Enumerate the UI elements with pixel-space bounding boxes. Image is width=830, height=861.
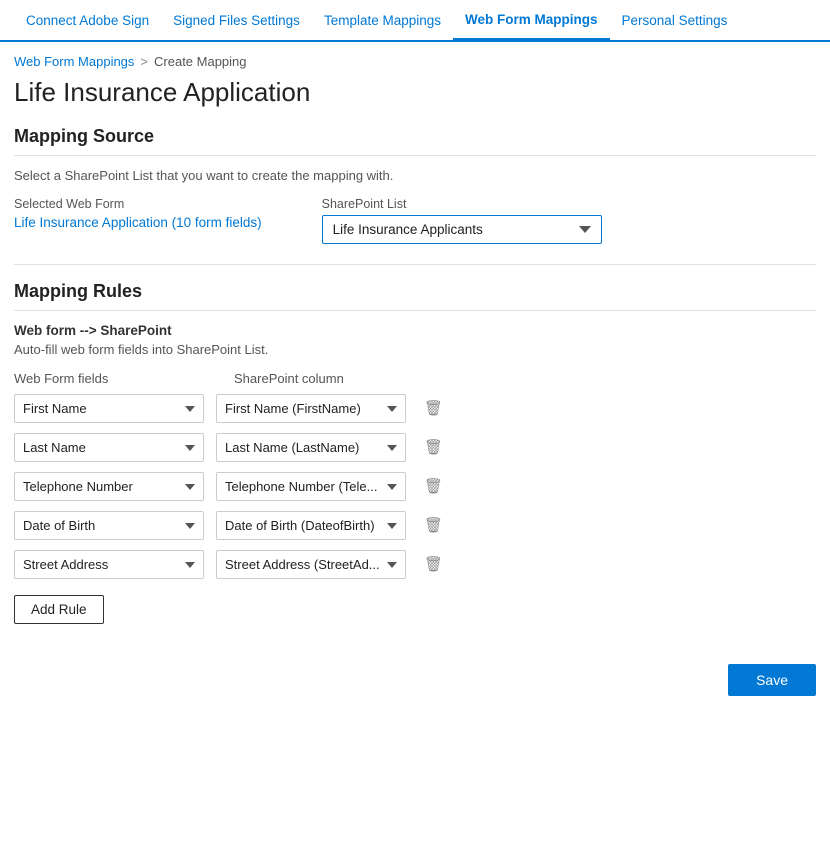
mapping-source-desc: Select a SharePoint List that you want t… (14, 168, 816, 183)
web-form-field-select-3[interactable]: First Name Last Name Telephone Number Da… (14, 511, 204, 540)
selected-web-form-col: Selected Web Form Life Insurance Applica… (14, 197, 262, 230)
trash-icon-2 (424, 477, 443, 496)
rule-row: First Name Last Name Telephone Number Da… (14, 433, 816, 462)
add-rule-button[interactable]: Add Rule (14, 595, 104, 624)
delete-rule-button-2[interactable] (418, 475, 449, 498)
web-form-field-select-0[interactable]: First Name Last Name Telephone Number Da… (14, 394, 204, 423)
rule-row: First Name Last Name Telephone Number Da… (14, 472, 816, 501)
delete-rule-button-3[interactable] (418, 514, 449, 537)
breadcrumb-current: Create Mapping (154, 54, 247, 69)
delete-rule-button-0[interactable] (418, 397, 449, 420)
trash-icon-0 (424, 399, 443, 418)
selected-web-form-label: Selected Web Form (14, 197, 262, 211)
breadcrumb-separator: > (140, 54, 148, 69)
page-footer: Save (0, 644, 830, 710)
sharepoint-list-label: SharePoint List (322, 197, 602, 211)
rule-row: First Name Last Name Telephone Number Da… (14, 394, 816, 423)
breadcrumb-parent[interactable]: Web Form Mappings (14, 54, 134, 69)
mapping-rules-title: Mapping Rules (14, 281, 816, 311)
nav-template-mappings[interactable]: Template Mappings (312, 0, 453, 40)
rule-row: First Name Last Name Telephone Number Da… (14, 511, 816, 540)
nav-connect-adobe-sign[interactable]: Connect Adobe Sign (14, 0, 161, 40)
sharepoint-list-select[interactable]: Life Insurance Applicants Life Insurance… (322, 215, 602, 244)
save-button[interactable]: Save (728, 664, 816, 696)
rule-row: First Name Last Name Telephone Number Da… (14, 550, 816, 579)
top-navigation: Connect Adobe Sign Signed Files Settings… (0, 0, 830, 42)
mapping-source-row: Selected Web Form Life Insurance Applica… (14, 197, 816, 244)
rules-desc: Auto-fill web form fields into SharePoin… (14, 342, 816, 357)
mapping-source-section: Mapping Source Select a SharePoint List … (0, 126, 830, 264)
sharepoint-column-select-1[interactable]: First Name (FirstName) Last Name (LastNa… (216, 433, 406, 462)
trash-icon-4 (424, 555, 443, 574)
rules-column-headers: Web Form fields SharePoint column (14, 371, 816, 386)
nav-personal-settings[interactable]: Personal Settings (610, 0, 740, 40)
web-form-field-select-2[interactable]: First Name Last Name Telephone Number Da… (14, 472, 204, 501)
sharepoint-column-select-0[interactable]: First Name (FirstName) Last Name (LastNa… (216, 394, 406, 423)
mapping-source-title: Mapping Source (14, 126, 816, 156)
sharepoint-list-col: SharePoint List Life Insurance Applicant… (322, 197, 602, 244)
breadcrumb: Web Form Mappings > Create Mapping (0, 42, 830, 73)
sharepoint-column-select-2[interactable]: First Name (FirstName) Last Name (LastNa… (216, 472, 406, 501)
sharepoint-column-header: SharePoint column (234, 371, 434, 386)
trash-icon-1 (424, 438, 443, 457)
web-form-link[interactable]: Life Insurance Application (10 form fiel… (14, 215, 262, 230)
rules-subtitle: Web form --> SharePoint (14, 323, 816, 338)
delete-rule-button-4[interactable] (418, 553, 449, 576)
mapping-rules-section: Mapping Rules Web form --> SharePoint Au… (0, 281, 830, 644)
sharepoint-column-select-4[interactable]: First Name (FirstName) Last Name (LastNa… (216, 550, 406, 579)
web-form-field-select-4[interactable]: First Name Last Name Telephone Number Da… (14, 550, 204, 579)
web-form-fields-header: Web Form fields (14, 371, 214, 386)
delete-rule-button-1[interactable] (418, 436, 449, 459)
page-title: Life Insurance Application (0, 73, 830, 126)
trash-icon-3 (424, 516, 443, 535)
nav-signed-files-settings[interactable]: Signed Files Settings (161, 0, 312, 40)
section-divider (14, 264, 816, 265)
sharepoint-column-select-3[interactable]: First Name (FirstName) Last Name (LastNa… (216, 511, 406, 540)
web-form-field-select-1[interactable]: First Name Last Name Telephone Number Da… (14, 433, 204, 462)
nav-web-form-mappings[interactable]: Web Form Mappings (453, 1, 610, 41)
